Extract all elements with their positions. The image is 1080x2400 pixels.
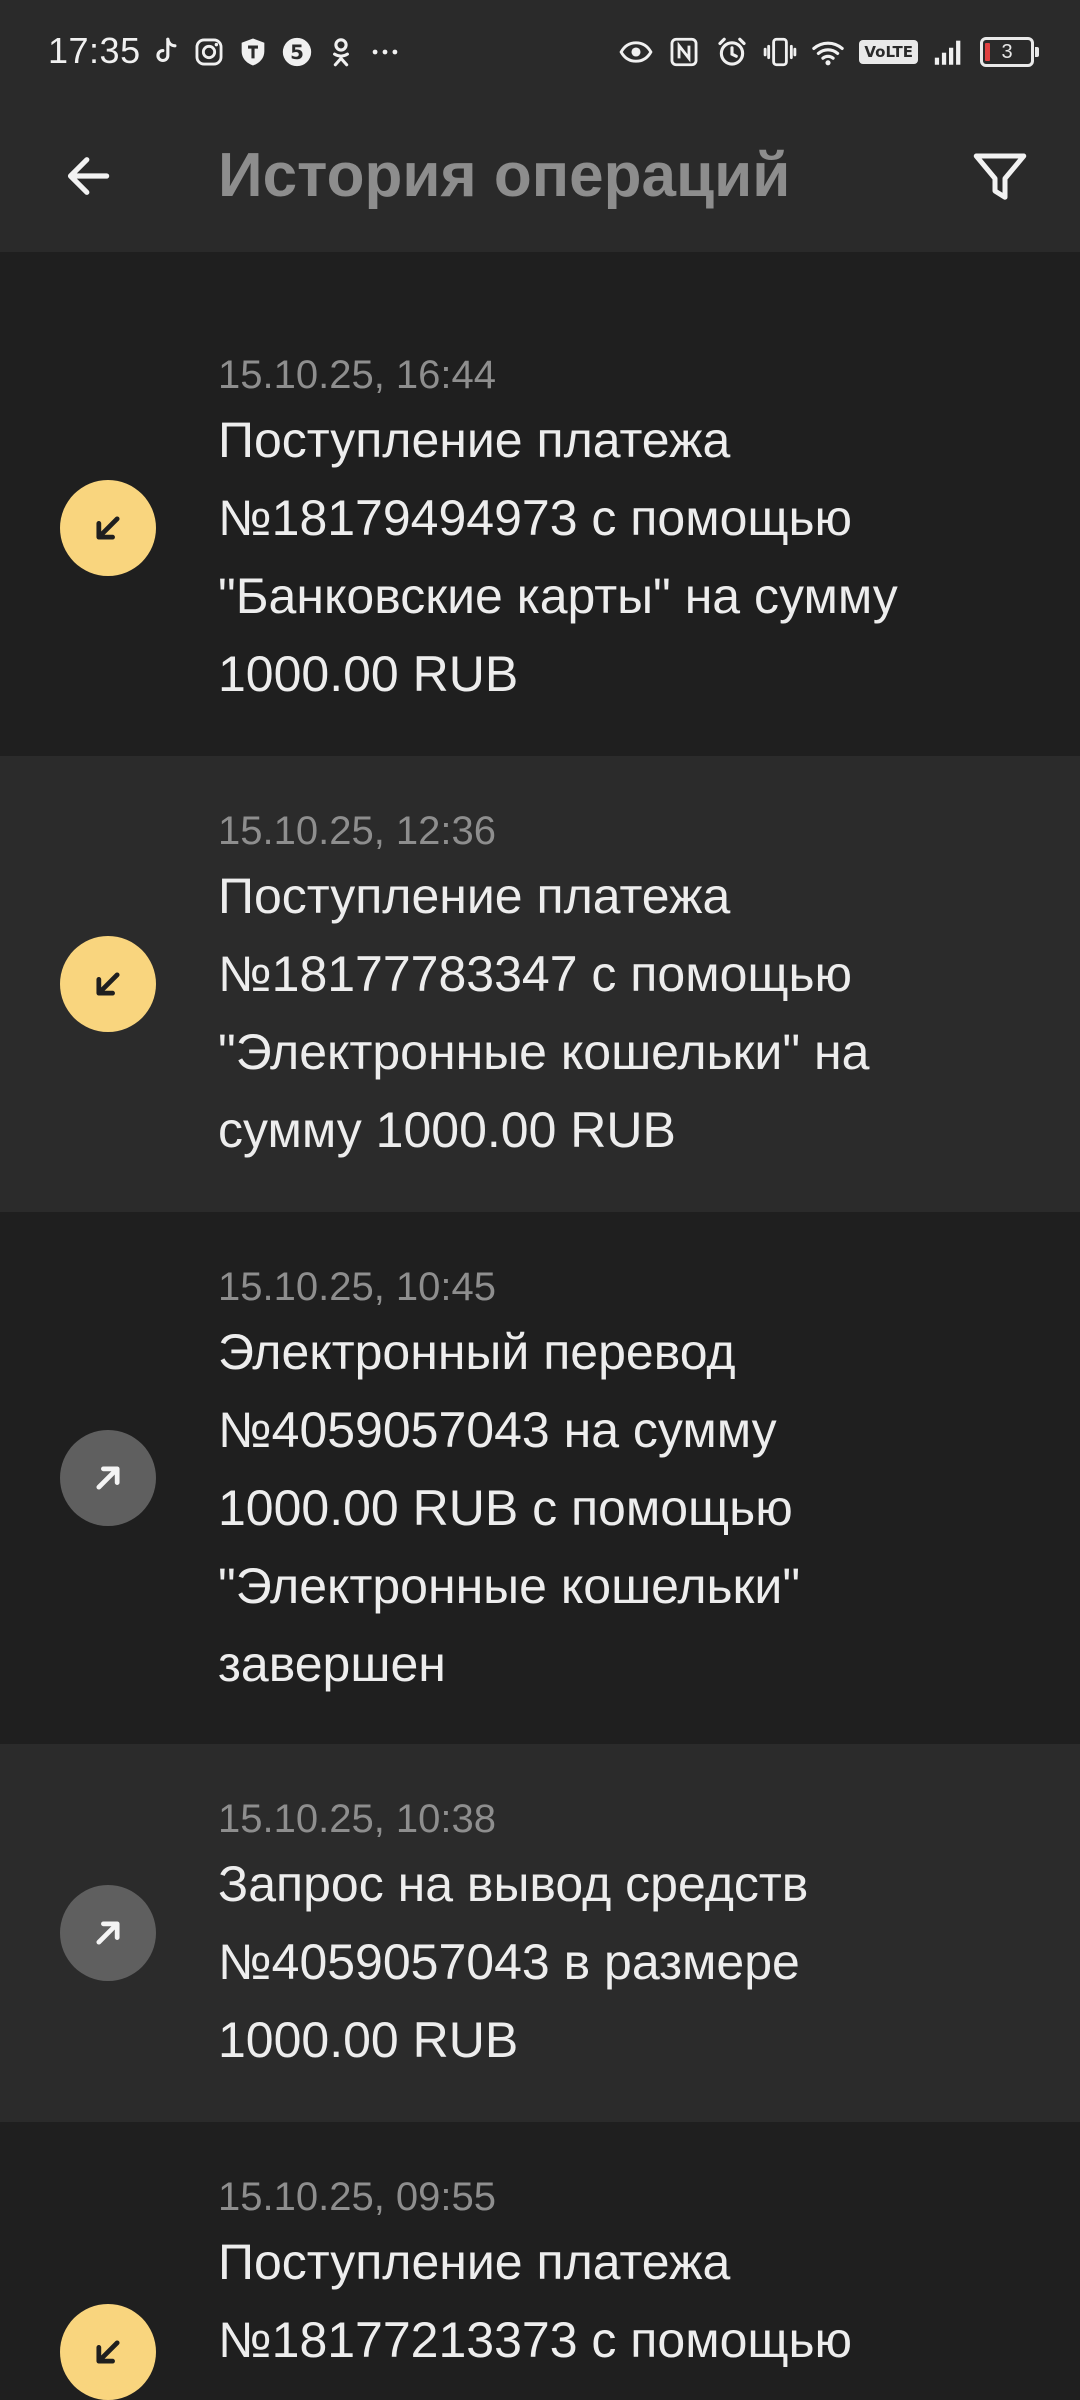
operation-date: 15.10.25, 10:38: [218, 1797, 497, 1841]
operation-item[interactable]: 15.10.25, 10:45 Электронный перевод №405…: [0, 1212, 1080, 1744]
status-time: 17:35: [48, 30, 141, 71]
vibrate-icon: [764, 37, 797, 67]
battery-icon: 3: [980, 37, 1039, 67]
page-title: История операций: [218, 141, 791, 210]
arrow-left-icon: [67, 157, 110, 195]
alarm-icon: [718, 37, 746, 66]
eye-icon: [619, 41, 653, 63]
system-icons: VoLTE 3: [619, 30, 1039, 74]
instagram-icon: [195, 38, 223, 66]
five-channel-icon: 5: [282, 37, 312, 67]
arrow-down-left-icon: [96, 972, 120, 996]
operations-list: 15.10.25, 16:44 Поступление платежа №181…: [0, 252, 1080, 2400]
svg-text:5: 5: [290, 41, 304, 64]
incoming-payment-icon: [60, 2304, 156, 2400]
tiktok-icon: [156, 37, 177, 63]
battery-level: 3: [1001, 40, 1013, 63]
signal-icon: [934, 40, 961, 65]
status-bar: 17:35 5 VoLTE 3: [0, 0, 1080, 100]
operation-description: Электронный перевод №4059057043 на сумму…: [218, 1324, 801, 1692]
app-bar: История операций: [0, 100, 1080, 252]
operation-date: 15.10.25, 10:45: [218, 1265, 497, 1309]
wifi-icon: [812, 41, 845, 66]
nfc-icon: [670, 37, 698, 67]
operation-date: 15.10.25, 12:36: [218, 809, 497, 853]
operation-item[interactable]: 15.10.25, 12:36 Поступление платежа №181…: [0, 756, 1080, 1212]
operation-date: 15.10.25, 16:44: [218, 353, 497, 397]
shield-app-icon: [241, 38, 265, 66]
outgoing-payment-icon: [60, 1430, 156, 1526]
operation-description: Поступление платежа №18179494973 с помощ…: [218, 412, 898, 702]
back-button[interactable]: [48, 136, 128, 216]
filter-icon: [973, 153, 1027, 200]
operation-description: Запрос на вывод средств №4059057043 в ра…: [218, 1856, 809, 2068]
ok-icon: [333, 38, 349, 67]
outgoing-payment-icon: [60, 1885, 156, 1981]
more-dots-icon: [372, 49, 398, 55]
arrow-down-left-icon: [96, 2340, 120, 2364]
notification-icons: 5: [148, 30, 402, 74]
operation-item[interactable]: 15.10.25, 09:55 Поступление платежа №181…: [0, 2122, 1080, 2400]
arrow-up-right-icon: [96, 1466, 120, 1490]
operation-date: 15.10.25, 09:55: [218, 2175, 497, 2219]
volte-icon: VoLTE: [859, 40, 918, 64]
operation-description: Поступление платежа №18177783347 с помощ…: [218, 868, 870, 1158]
incoming-payment-icon: [60, 936, 156, 1032]
arrow-down-left-icon: [96, 516, 120, 540]
operation-description: Поступление платежа №18177213373 с помощ…: [218, 2234, 853, 2368]
incoming-payment-icon: [60, 480, 156, 576]
arrow-up-right-icon: [96, 1921, 120, 1945]
filter-button[interactable]: [960, 136, 1040, 216]
operation-item[interactable]: 15.10.25, 10:38 Запрос на вывод средств …: [0, 1744, 1080, 2122]
operation-item[interactable]: 15.10.25, 16:44 Поступление платежа №181…: [0, 252, 1080, 756]
